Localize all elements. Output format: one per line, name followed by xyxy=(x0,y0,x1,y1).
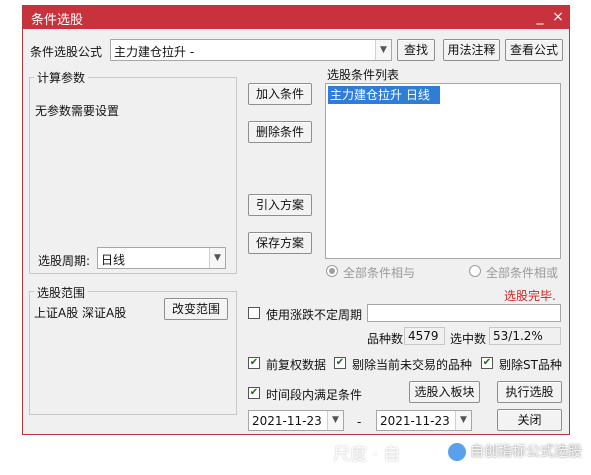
exclude-st-checkbox[interactable]: ✔ xyxy=(481,357,493,369)
save-plan-button[interactable]: 保存方案 xyxy=(248,232,312,254)
period-value: 日线 xyxy=(101,253,126,267)
variety-count-label: 品种数 xyxy=(367,332,404,346)
delete-condition-button[interactable]: 删除条件 xyxy=(248,121,312,143)
logic-or-label: 全部条件相或 xyxy=(486,266,559,280)
formula-label: 条件选股公式 xyxy=(30,45,103,59)
time-range-checkbox[interactable]: ✔ xyxy=(248,387,260,399)
selected-count-value: 53/1.2% xyxy=(489,327,561,345)
formula-value: 主力建仓拉升 - xyxy=(114,45,195,59)
condition-listbox[interactable]: 主力建仓拉升 日线 xyxy=(325,83,561,259)
close-icon[interactable]: × xyxy=(549,8,567,26)
stock-screener-dialog: 条件选股 _ × 条件选股公式 主力建仓拉升 - ▼ 查找 用法注释 查看公式 … xyxy=(22,5,570,435)
time-range-label: 时间段内满足条件 xyxy=(266,388,363,402)
exclude-st-label: 剔除ST品种 xyxy=(499,358,562,372)
close-button[interactable]: 关闭 xyxy=(497,409,562,431)
start-date-picker[interactable]: 2021-11-23 ▼ xyxy=(248,410,344,431)
end-date-picker[interactable]: 2021-11-23 ▼ xyxy=(376,410,472,431)
watermark-left: 尺度 · 自 xyxy=(333,445,401,465)
minimize-button[interactable]: _ xyxy=(531,8,549,26)
execute-screen-button[interactable]: 执行选股 xyxy=(497,381,562,403)
selected-count-label: 选中数 xyxy=(450,332,487,346)
watermark-right: 自创指标公式选股 xyxy=(470,444,582,460)
period-select[interactable]: 日线 ▼ xyxy=(97,247,226,269)
view-formula-button[interactable]: 查看公式 xyxy=(505,39,563,61)
logic-and-radio[interactable] xyxy=(326,265,338,277)
find-button[interactable]: 查找 xyxy=(397,39,435,61)
radio-selected-dot xyxy=(329,268,335,274)
usage-notes-button[interactable]: 用法注释 xyxy=(443,39,500,61)
pre-adjust-label: 前复权数据 xyxy=(266,358,327,372)
list-item[interactable]: 主力建仓拉升 日线 xyxy=(328,86,440,104)
window-title: 条件选股 xyxy=(31,13,84,28)
params-group-title: 计算参数 xyxy=(34,69,89,86)
exclude-untraded-label: 剔除当前未交易的品种 xyxy=(352,358,473,372)
import-plan-button[interactable]: 引入方案 xyxy=(248,194,312,216)
range-group-title: 选股范围 xyxy=(34,284,89,301)
status-message: 选股完毕. xyxy=(504,289,556,303)
add-condition-button[interactable]: 加入条件 xyxy=(248,83,312,105)
chevron-down-icon[interactable]: ▼ xyxy=(375,40,391,60)
to-sector-button[interactable]: 选股入板块 xyxy=(409,381,480,403)
pre-adjust-checkbox[interactable]: ✔ xyxy=(248,357,260,369)
start-date-value: 2021-11-23 xyxy=(252,414,322,428)
date-separator: - xyxy=(357,415,362,429)
variety-count-value: 4579 xyxy=(404,327,445,345)
change-range-button[interactable]: 改变范围 xyxy=(164,298,228,320)
condition-list-title: 选股条件列表 xyxy=(327,68,400,82)
range-value: 上证A股 深证A股 xyxy=(34,306,127,320)
title-bar[interactable]: 条件选股 _ × xyxy=(23,6,569,29)
no-params-message: 无参数需要设置 xyxy=(35,104,120,118)
uncertain-period-label: 使用涨跌不定周期 xyxy=(266,308,363,322)
exclude-untraded-checkbox[interactable]: ✔ xyxy=(334,357,346,369)
chevron-down-icon[interactable]: ▼ xyxy=(209,248,225,268)
formula-combo[interactable]: 主力建仓拉升 - ▼ xyxy=(110,39,392,61)
chevron-down-icon[interactable]: ▼ xyxy=(327,411,343,430)
chevron-down-icon[interactable]: ▼ xyxy=(455,411,471,430)
period-label: 选股周期: xyxy=(38,254,91,268)
end-date-value: 2021-11-23 xyxy=(380,414,450,428)
uncertain-period-input[interactable] xyxy=(367,304,561,322)
logic-or-radio[interactable] xyxy=(469,265,481,277)
watermark-logo-icon xyxy=(448,443,466,461)
uncertain-period-checkbox[interactable] xyxy=(248,307,260,319)
logic-and-label: 全部条件相与 xyxy=(343,266,416,280)
